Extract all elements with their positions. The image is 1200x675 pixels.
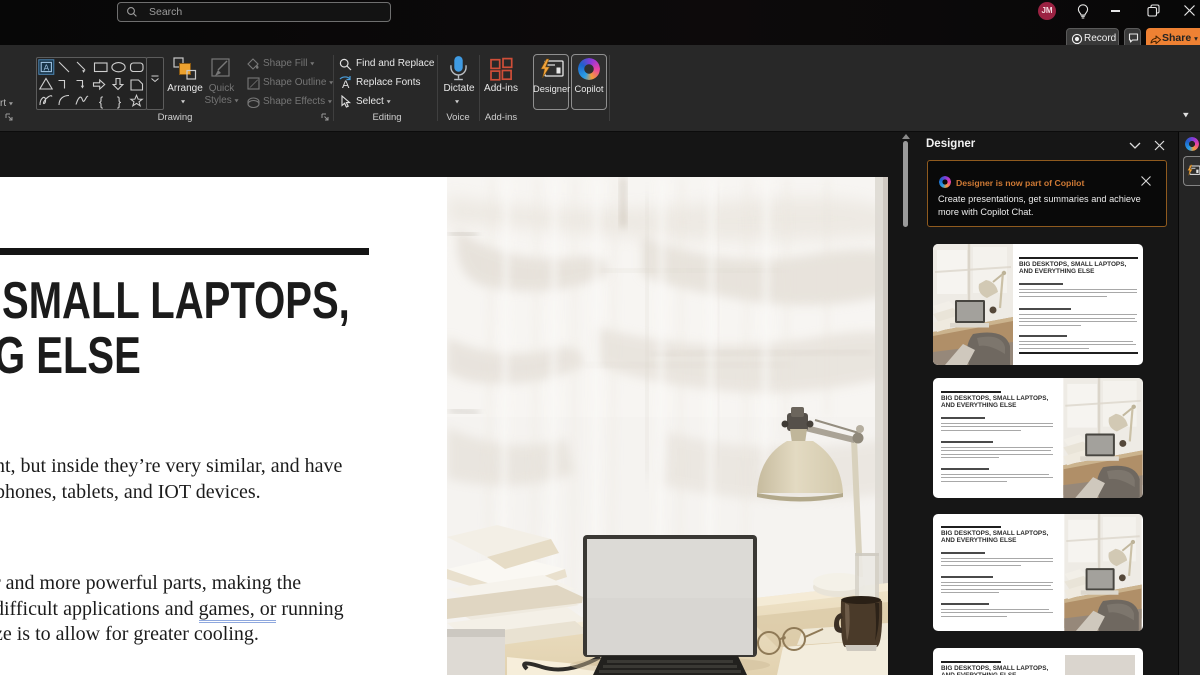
svg-text:{: { [99,94,104,109]
svg-text:A: A [342,79,350,91]
svg-text:A: A [43,63,49,73]
svg-text:}: } [117,94,122,109]
